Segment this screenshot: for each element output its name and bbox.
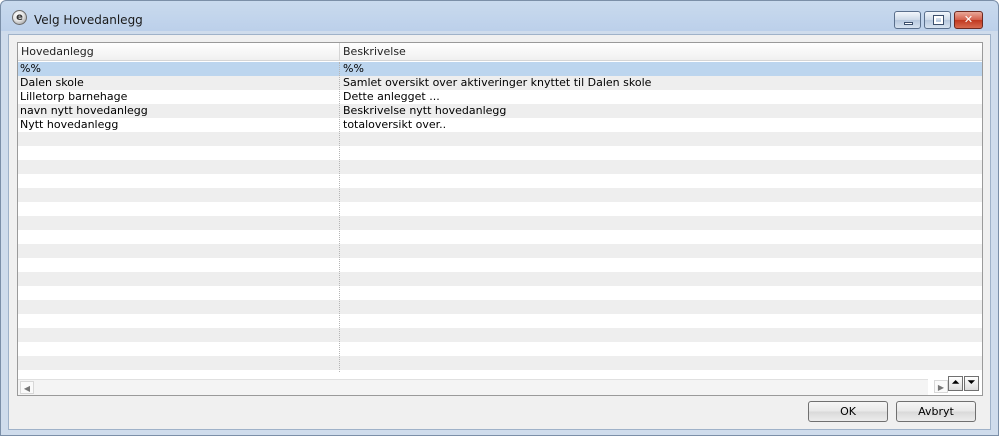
double-chevron-down-icon: ⏷: [967, 378, 976, 388]
table-row[interactable]: [18, 328, 982, 342]
cell-beskrivelse: [341, 202, 981, 216]
cell-beskrivelse: [341, 146, 981, 160]
table-row[interactable]: [18, 230, 982, 244]
cell-hovedanlegg: [18, 272, 339, 286]
page-down-button[interactable]: ⏷: [964, 376, 979, 391]
app-icon: e: [12, 10, 27, 25]
table-row[interactable]: %%%%: [18, 62, 982, 76]
table-row[interactable]: [18, 160, 982, 174]
cell-beskrivelse: %%: [343, 62, 364, 75]
cell-beskrivelse: [341, 314, 981, 328]
cell-hovedanlegg: [18, 132, 339, 146]
grid-rows: %%%% Dalen skole Samlet oversikt over akti…: [18, 62, 982, 370]
cell-beskrivelse: Dette anlegget ...: [343, 90, 440, 103]
table-row[interactable]: [18, 216, 982, 230]
hovedanlegg-grid[interactable]: Hovedanlegg Beskrivelse %%%% Dalen skole S…: [17, 42, 983, 396]
cell-hovedanlegg: [18, 146, 339, 160]
double-chevron-up-icon: ⏶: [951, 378, 960, 388]
cell-hovedanlegg: Nytt hovedanlegg: [20, 118, 119, 131]
cell-beskrivelse: Beskrivelse nytt hovedanlegg: [343, 104, 507, 117]
table-row[interactable]: [18, 188, 982, 202]
cell-hovedanlegg: [18, 300, 339, 314]
table-row[interactable]: [18, 132, 982, 146]
close-button[interactable]: ✕: [954, 11, 983, 29]
cell-hovedanlegg: Lilletorp barnehage: [20, 90, 128, 103]
table-row[interactable]: [18, 300, 982, 314]
cell-hovedanlegg: [18, 328, 339, 342]
cell-beskrivelse: [341, 258, 981, 272]
column-header-hovedanlegg[interactable]: Hovedanlegg: [18, 43, 340, 61]
scroll-left-icon[interactable]: ◀: [20, 381, 34, 394]
table-row[interactable]: navn nytt hovedanlegg Beskrivelse nytt ho…: [18, 104, 982, 118]
table-row[interactable]: [18, 244, 982, 258]
scroll-right-icon[interactable]: ▶: [934, 380, 948, 393]
cell-hovedanlegg: [18, 216, 339, 230]
table-row[interactable]: Lilletorp barnehage Dette anlegget ...: [18, 90, 982, 104]
cell-beskrivelse: [341, 160, 981, 174]
cell-beskrivelse: totaloversikt over..: [343, 118, 447, 131]
table-row[interactable]: [18, 286, 982, 300]
cell-hovedanlegg: [18, 160, 339, 174]
maximize-icon: [933, 15, 944, 25]
cell-beskrivelse: [341, 230, 981, 244]
cell-hovedanlegg: [18, 258, 339, 272]
cell-beskrivelse: [341, 328, 981, 342]
cell-beskrivelse: [341, 244, 981, 258]
cell-hovedanlegg: [18, 356, 339, 370]
ok-button[interactable]: OK: [808, 401, 888, 422]
page-up-button[interactable]: ⏶: [948, 376, 963, 391]
table-row[interactable]: Dalen skole Samlet oversikt over aktiveri…: [18, 76, 982, 90]
table-row[interactable]: [18, 146, 982, 160]
table-row[interactable]: [18, 342, 982, 356]
table-row[interactable]: [18, 258, 982, 272]
cell-hovedanlegg: %%: [20, 62, 41, 75]
table-row[interactable]: [18, 174, 982, 188]
cell-beskrivelse: [341, 356, 981, 370]
minimize-icon: [904, 22, 913, 25]
cell-beskrivelse: [341, 272, 981, 286]
table-row[interactable]: Nytt hovedanlegg totaloversikt over..: [18, 118, 982, 132]
cell-beskrivelse: [341, 132, 981, 146]
column-header-beskrivelse[interactable]: Beskrivelse: [340, 43, 982, 61]
cell-hovedanlegg: [18, 188, 339, 202]
horizontal-scrollbar[interactable]: ◀: [18, 379, 928, 395]
cell-hovedanlegg: [18, 174, 339, 188]
cell-beskrivelse: [341, 188, 981, 202]
maximize-button[interactable]: [924, 11, 951, 29]
cell-beskrivelse: [341, 342, 981, 356]
cell-hovedanlegg: [18, 342, 339, 356]
close-icon: ✕: [963, 13, 974, 26]
column-divider: [339, 62, 340, 372]
cancel-button[interactable]: Avbryt: [896, 401, 976, 422]
cell-hovedanlegg: [18, 230, 339, 244]
table-row[interactable]: [18, 314, 982, 328]
cell-hovedanlegg: [18, 286, 339, 300]
cell-beskrivelse: [341, 216, 981, 230]
cell-hovedanlegg: [18, 202, 339, 216]
cell-beskrivelse: [341, 174, 981, 188]
cell-hovedanlegg: navn nytt hovedanlegg: [20, 104, 148, 117]
cell-beskrivelse: [341, 300, 981, 314]
cell-hovedanlegg: [18, 244, 339, 258]
window-title: Velg Hovedanlegg: [34, 13, 143, 27]
dialog-window: e Velg Hovedanlegg ✕ Hovedanlegg Beskriv…: [0, 0, 999, 436]
cell-hovedanlegg: Dalen skole: [20, 76, 84, 89]
grid-header: Hovedanlegg Beskrivelse: [18, 43, 982, 61]
minimize-button[interactable]: [894, 11, 921, 29]
table-row[interactable]: [18, 272, 982, 286]
dialog-content: Hovedanlegg Beskrivelse %%%% Dalen skole S…: [8, 34, 991, 430]
table-row[interactable]: [18, 356, 982, 370]
cell-beskrivelse: Samlet oversikt over aktiveringer knytte…: [343, 76, 652, 89]
title-bar[interactable]: e Velg Hovedanlegg ✕: [1, 1, 998, 35]
table-row[interactable]: [18, 202, 982, 216]
cell-beskrivelse: [341, 286, 981, 300]
cell-hovedanlegg: [18, 314, 339, 328]
